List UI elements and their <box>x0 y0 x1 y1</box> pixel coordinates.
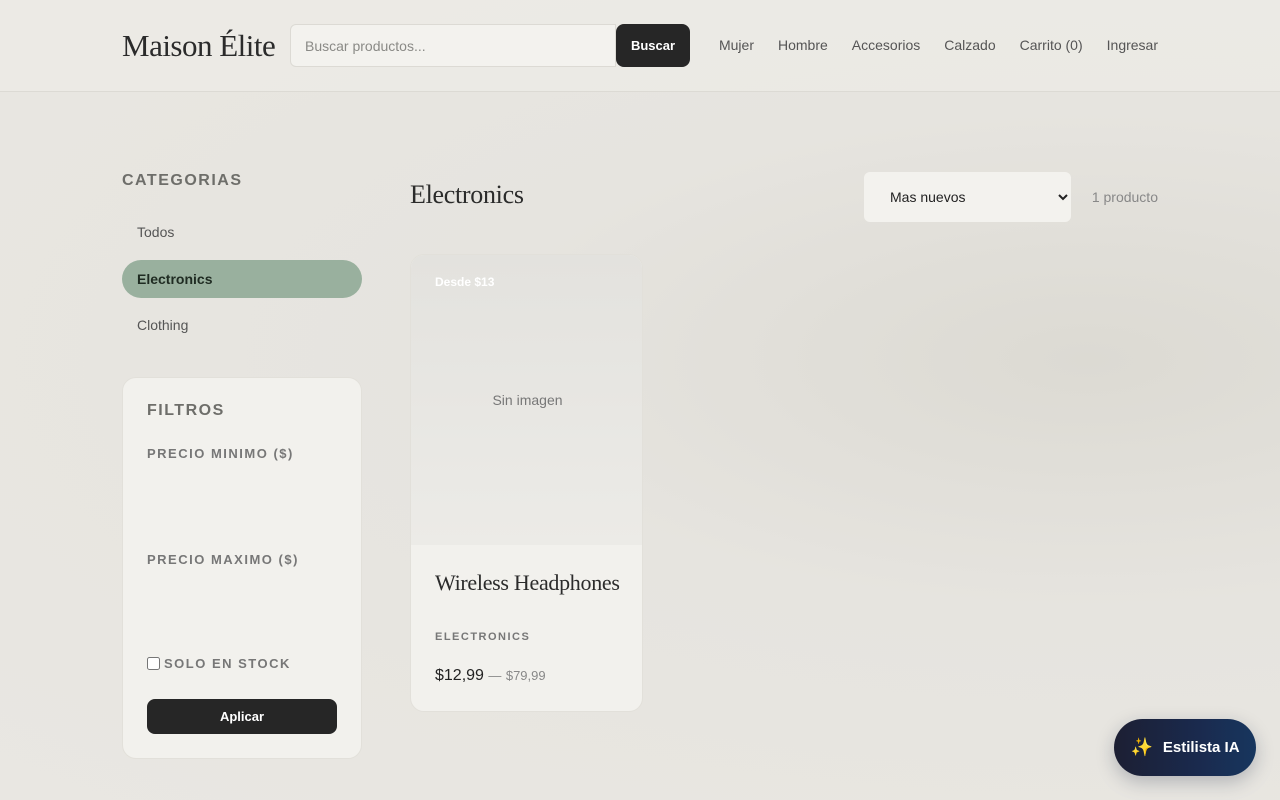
filters-panel: FILTROS PRECIO MINIMO ($) PRECIO MAXIMO … <box>122 377 362 759</box>
nav-link-calzado[interactable]: Calzado <box>944 37 995 53</box>
product-image-placeholder[interactable]: Desde $13 Sin imagen <box>411 255 642 545</box>
no-image-text: Sin imagen <box>492 392 563 408</box>
product-price-high: $79,99 <box>505 668 546 683</box>
product-price: $12,99 <box>435 667 484 684</box>
search-button[interactable]: Buscar <box>616 24 690 67</box>
product-category: ELECTRONICS <box>435 631 531 643</box>
product-card[interactable]: Desde $13 Sin imagen Wireless Headphones… <box>410 254 643 712</box>
category-item-todos[interactable]: Todos <box>122 213 362 251</box>
sort-select[interactable]: Mas nuevos <box>864 172 1071 222</box>
min-price-label: PRECIO MINIMO ($) <box>147 446 294 461</box>
filters-heading: FILTROS <box>147 402 225 419</box>
page-title: Electronics <box>410 180 524 209</box>
nav-link-mujer[interactable]: Mujer <box>719 37 754 53</box>
search-input[interactable] <box>290 24 616 67</box>
nav-link-cart[interactable]: Carrito (0) <box>1020 37 1083 53</box>
category-item-electronics[interactable]: Electronics <box>122 260 362 298</box>
product-price-range: $12,99 — $79,99 <box>435 667 546 685</box>
ai-stylist-button[interactable]: ✨ Estilista IA <box>1114 719 1256 776</box>
in-stock-label: SOLO EN STOCK <box>164 656 291 671</box>
category-item-clothing[interactable]: Clothing <box>122 306 362 344</box>
in-stock-filter[interactable]: SOLO EN STOCK <box>147 656 291 671</box>
nav-link-login[interactable]: Ingresar <box>1107 37 1158 53</box>
max-price-label: PRECIO MAXIMO ($) <box>147 552 299 567</box>
apply-filters-button[interactable]: Aplicar <box>147 699 337 734</box>
site-logo[interactable]: Maison Élite <box>122 28 276 64</box>
nav-link-accesorios[interactable]: Accesorios <box>852 37 920 53</box>
in-stock-checkbox[interactable] <box>147 657 160 670</box>
sparkle-icon: ✨ <box>1130 737 1153 757</box>
product-count: 1 producto <box>1091 189 1158 205</box>
categories-heading: CATEGORIAS <box>122 172 243 189</box>
ai-stylist-label: Estilista IA <box>1162 739 1240 756</box>
site-header: Maison Élite Buscar Mujer Hombre Accesor… <box>0 0 1280 92</box>
price-separator: — <box>488 668 502 683</box>
main-nav: Mujer Hombre Accesorios Calzado Carrito … <box>719 37 1158 53</box>
nav-link-hombre[interactable]: Hombre <box>778 37 828 53</box>
price-badge: Desde $13 <box>435 275 495 289</box>
product-name[interactable]: Wireless Headphones <box>435 570 625 596</box>
